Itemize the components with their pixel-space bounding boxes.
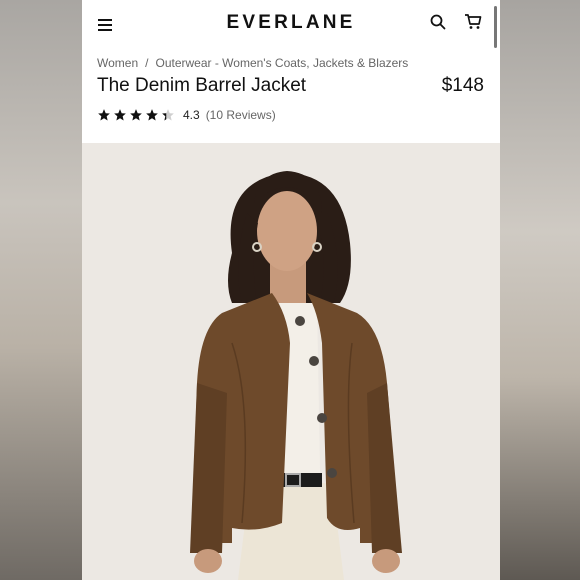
star-icon bbox=[146, 109, 158, 121]
breadcrumb-separator: / bbox=[145, 56, 149, 70]
model-wearing-jacket-image bbox=[82, 143, 500, 580]
product-info: Women / Outerwear - Women's Coats, Jackets… bbox=[82, 50, 500, 143]
reviews-link[interactable]: (10 Reviews) bbox=[206, 108, 276, 122]
product-price: $148 bbox=[441, 75, 484, 96]
star-icon bbox=[130, 109, 142, 121]
breadcrumb-women[interactable]: Women bbox=[97, 56, 138, 70]
product-photo[interactable] bbox=[82, 143, 500, 580]
blurred-background-right bbox=[498, 0, 580, 580]
search-icon[interactable] bbox=[430, 14, 446, 30]
breadcrumb-outerwear[interactable]: Outerwear - Women's Coats, Jackets & Bla… bbox=[155, 56, 408, 70]
rating-value: 4.3 bbox=[183, 108, 200, 122]
star-icon bbox=[114, 109, 126, 121]
star-rating bbox=[97, 108, 177, 122]
scrollbar[interactable] bbox=[494, 6, 497, 48]
breadcrumb: Women / Outerwear - Women's Coats, Jackets… bbox=[97, 56, 408, 70]
product-title: The Denim Barrel Jacket bbox=[97, 75, 307, 96]
phone-screen: EVERLANE Women / Outerwear - Women's Coats… bbox=[82, 0, 500, 580]
top-nav-bar: EVERLANE bbox=[82, 0, 500, 50]
cart-icon[interactable] bbox=[464, 13, 482, 30]
blurred-background-left bbox=[0, 0, 82, 580]
star-icon bbox=[98, 109, 110, 121]
product-rating[interactable]: 4.3 (10 Reviews) bbox=[97, 108, 276, 122]
star-partial-icon bbox=[162, 109, 174, 121]
